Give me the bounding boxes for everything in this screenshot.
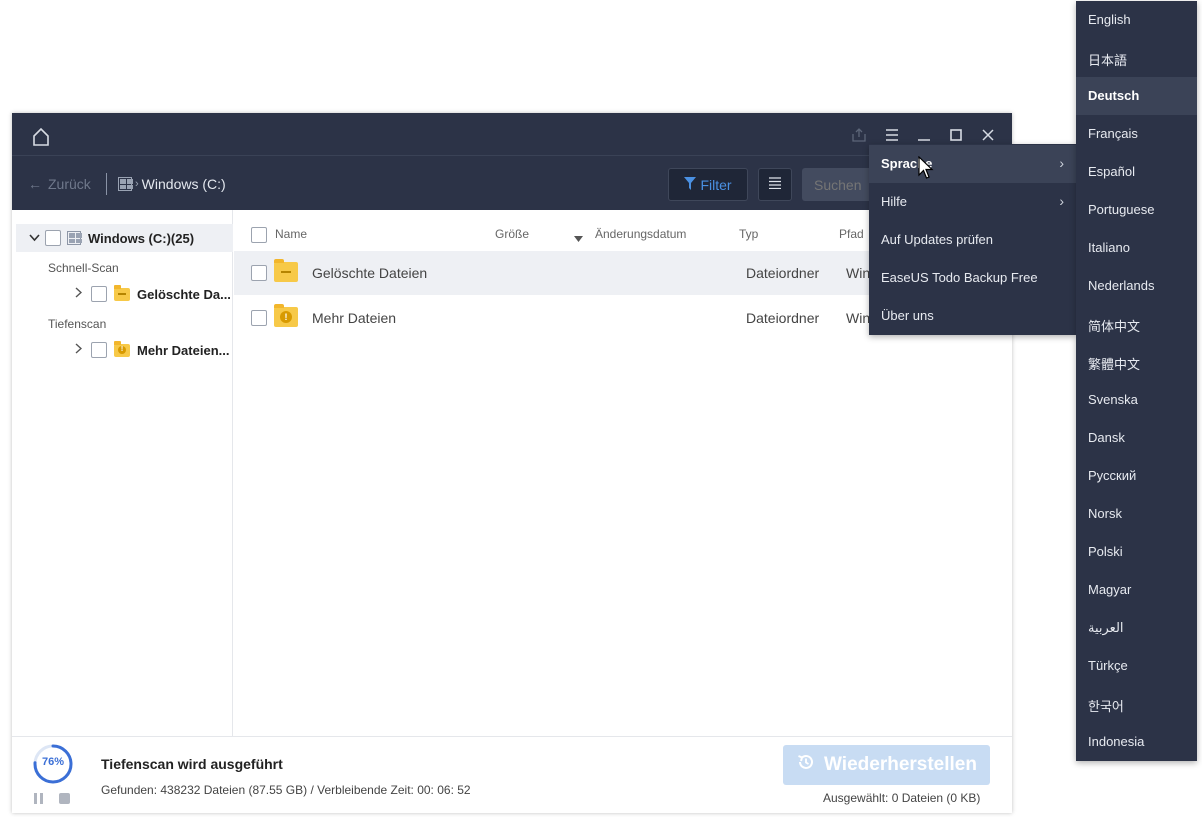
divider [106, 173, 107, 195]
language-item[interactable]: Indonesia [1076, 723, 1197, 761]
language-submenu: English 日本語 Deutsch Français Español Por… [1076, 1, 1197, 761]
language-item[interactable]: Español [1076, 153, 1197, 191]
tree-item-checkbox[interactable] [91, 342, 107, 358]
minimize-icon[interactable] [915, 126, 933, 144]
breadcrumb-drive: Windows (C:) [141, 176, 226, 192]
column-header-size[interactable]: Größe [495, 227, 529, 241]
back-label: Zurück [48, 176, 91, 192]
app-window: ← Zurück › Windows (C:) Filter Suchen Wi… [12, 113, 1012, 813]
tree-item-label: Mehr Dateien... [137, 342, 230, 358]
language-item[interactable]: 한국어 [1076, 685, 1197, 723]
deleted-folder-icon [274, 259, 298, 282]
language-item[interactable]: Norsk [1076, 495, 1197, 533]
list-icon [768, 176, 782, 194]
sort-desc-icon[interactable] [574, 230, 583, 245]
language-item[interactable]: English [1076, 1, 1197, 39]
drive-icon [67, 231, 82, 245]
selection-summary: Ausgewählt: 0 Dateien (0 KB) [823, 791, 981, 805]
language-item[interactable]: Magyar [1076, 571, 1197, 609]
tree-root-drive[interactable]: Windows (C:)(25) [16, 224, 233, 252]
quick-scan-heading: Schnell-Scan [48, 261, 119, 275]
chevron-right-icon[interactable] [72, 343, 84, 357]
progress-percent: 76% [41, 756, 65, 768]
more-files-folder-icon: ! [274, 304, 298, 327]
main-menu: Sprache › Hilfe › Auf Updates prüfen Eas… [869, 144, 1076, 335]
tree-item-deleted-files[interactable]: Gelöschte Da... [72, 284, 231, 302]
row-checkbox[interactable] [251, 265, 267, 281]
language-item[interactable]: 日本語 [1076, 39, 1197, 77]
menu-icon[interactable] [883, 126, 901, 144]
column-header-modified[interactable]: Änderungsdatum [595, 227, 686, 241]
share-icon[interactable] [850, 126, 868, 144]
language-item[interactable]: Русский [1076, 457, 1197, 495]
language-item[interactable]: Polski [1076, 533, 1197, 571]
folder-tree: Windows (C:)(25) Schnell-Scan Gelöschte … [12, 210, 233, 736]
restore-label: Wiederherstellen [824, 754, 977, 775]
language-item[interactable]: Türkçe [1076, 647, 1197, 685]
scan-status: Gefunden: 438232 Dateien (87.55 GB) / Ve… [101, 783, 471, 797]
maximize-icon[interactable] [947, 126, 965, 144]
select-all-checkbox[interactable] [251, 227, 267, 243]
chevron-down-icon[interactable] [28, 231, 40, 245]
row-type: Dateiordner [746, 265, 820, 281]
language-item[interactable]: 简体中文 [1076, 305, 1197, 343]
row-type: Dateiordner [746, 310, 820, 326]
language-item[interactable]: Nederlands [1076, 267, 1197, 305]
filter-label: Filter [700, 176, 732, 193]
chevron-right-icon[interactable] [72, 287, 84, 301]
drive-icon [118, 177, 133, 191]
scan-title: Tiefenscan wird ausgeführt [101, 756, 283, 772]
menu-item-todo-backup[interactable]: EaseUS Todo Backup Free [869, 259, 1076, 297]
mouse-cursor-icon [918, 156, 934, 179]
stop-icon[interactable] [59, 793, 70, 804]
chevron-right-icon: › [1059, 155, 1064, 171]
menu-item-check-updates[interactable]: Auf Updates prüfen [869, 221, 1076, 259]
more-files-folder-icon: ! [114, 340, 130, 357]
row-name: Gelöschte Dateien [312, 265, 428, 281]
arrow-left-icon: ← [28, 176, 42, 192]
language-item[interactable]: العربية [1076, 609, 1197, 647]
tree-root-label: Windows (C:)(25) [88, 230, 195, 246]
language-item[interactable]: Dansk [1076, 419, 1197, 457]
menu-item-about[interactable]: Über uns [869, 297, 1076, 335]
column-header-path[interactable]: Pfad [839, 227, 864, 241]
funnel-icon [684, 176, 697, 193]
list-view-button[interactable] [758, 168, 792, 201]
column-header-type[interactable]: Typ [739, 227, 758, 241]
language-item[interactable]: Italiano [1076, 229, 1197, 267]
language-item[interactable]: Portuguese [1076, 191, 1197, 229]
navigation-bar: ← Zurück › Windows (C:) Filter [12, 155, 1012, 210]
chevron-right-icon: › [135, 178, 139, 190]
language-item-selected[interactable]: Deutsch [1076, 77, 1197, 115]
language-item[interactable]: Svenska [1076, 381, 1197, 419]
row-path: Win [846, 310, 871, 326]
filter-button[interactable]: Filter [668, 168, 748, 201]
menu-item-language[interactable]: Sprache › [869, 145, 1076, 183]
title-bar [12, 113, 1012, 155]
deleted-folder-icon [114, 284, 130, 301]
root-checkbox[interactable] [45, 230, 61, 246]
breadcrumb[interactable]: › Windows (C:) [118, 176, 226, 192]
pause-icon[interactable] [34, 793, 46, 804]
restore-button[interactable]: Wiederherstellen [783, 745, 990, 785]
deep-scan-heading: Tiefenscan [48, 317, 107, 331]
menu-item-help[interactable]: Hilfe › [869, 183, 1076, 221]
chevron-right-icon: › [1059, 193, 1064, 209]
tree-item-checkbox[interactable] [91, 286, 107, 302]
close-icon[interactable] [979, 126, 997, 144]
column-header-name[interactable]: Name [275, 227, 307, 241]
status-footer: 76% Tiefenscan wird ausgeführt Gefunden:… [12, 736, 1012, 813]
tree-item-more-files[interactable]: ! Mehr Dateien... [72, 340, 230, 358]
language-item[interactable]: Français [1076, 115, 1197, 153]
row-name: Mehr Dateien [312, 310, 397, 326]
row-path: Win [846, 265, 871, 281]
back-button[interactable]: ← Zurück [28, 176, 91, 192]
home-icon[interactable] [30, 126, 52, 148]
language-item[interactable]: 繁體中文 [1076, 343, 1197, 381]
row-checkbox[interactable] [251, 310, 267, 326]
tree-item-label: Gelöschte Da... [137, 286, 231, 302]
history-icon [796, 752, 816, 778]
